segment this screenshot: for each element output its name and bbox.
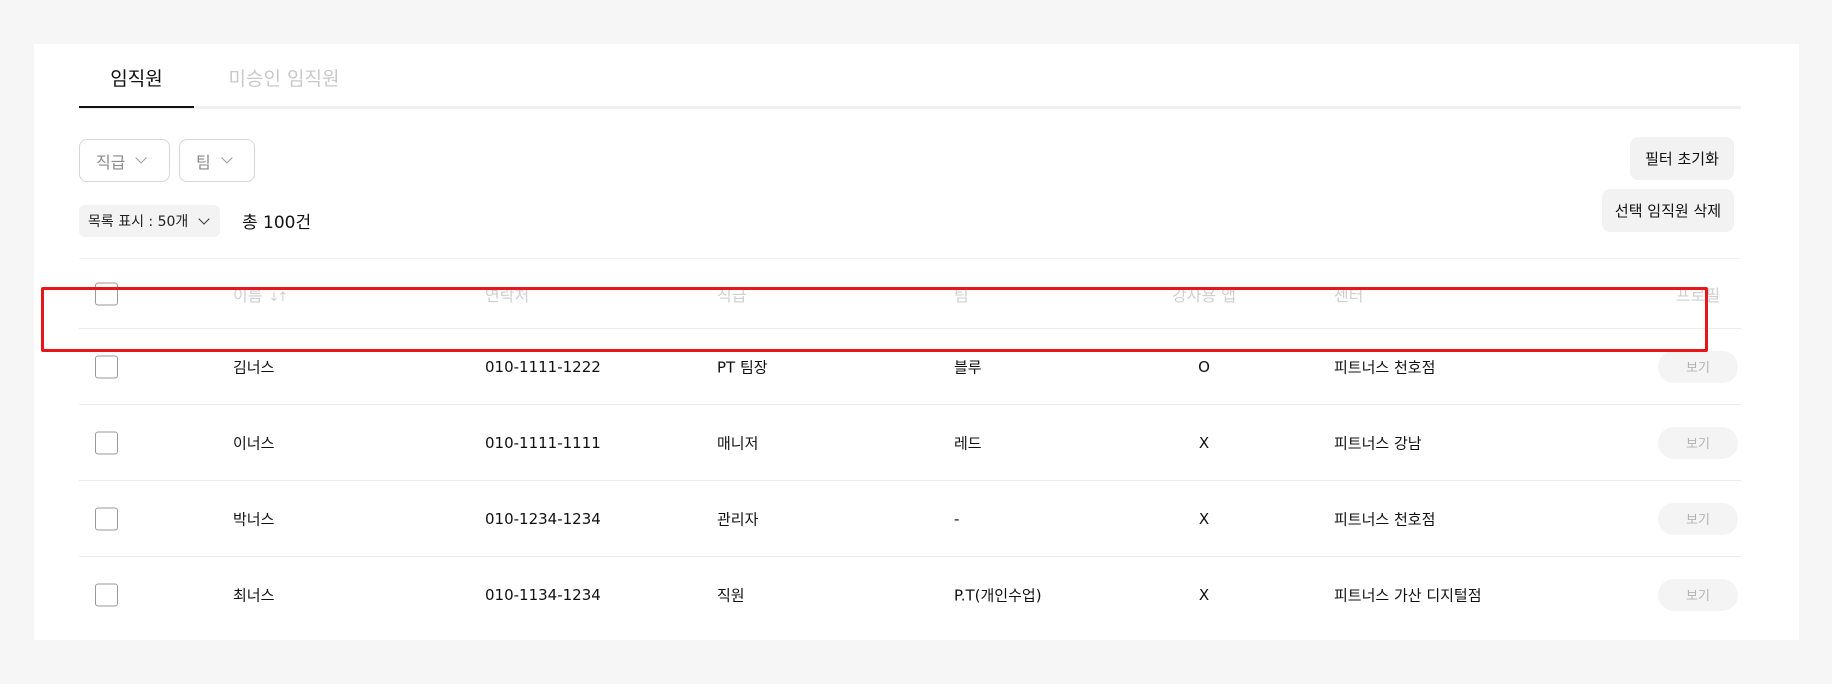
- rank-filter-label: 직급: [96, 152, 126, 172]
- cell-team: -: [954, 509, 960, 528]
- cell-team: P.T(개인수업): [954, 586, 1042, 604]
- tab-employees[interactable]: 임직원: [79, 64, 194, 106]
- header-app: 강사용 앱: [1172, 285, 1236, 305]
- cell-name: 김너스: [233, 358, 275, 376]
- cell-app: X: [1198, 433, 1210, 452]
- table-row: 이너스 010-1111-1111 매니저 레드 X 피트너스 강남 보기: [79, 404, 1741, 480]
- cell-app: X: [1198, 509, 1210, 528]
- view-profile-button[interactable]: 보기: [1658, 502, 1738, 535]
- view-profile-button[interactable]: 보기: [1658, 350, 1738, 383]
- header-team: 팀: [954, 285, 969, 305]
- select-all-checkbox[interactable]: [95, 282, 118, 305]
- cell-center: 피트너스 가산 디지털점: [1334, 586, 1482, 604]
- cell-app: X: [1198, 585, 1210, 604]
- cell-team: 레드: [954, 434, 982, 452]
- cell-name: 최너스: [233, 586, 275, 604]
- team-filter-label: 팀: [196, 152, 211, 172]
- cell-rank: 직원: [717, 586, 745, 604]
- chevron-down-icon: [221, 152, 233, 164]
- view-profile-button[interactable]: 보기: [1658, 426, 1738, 459]
- header-name[interactable]: 이름 ↓↑: [233, 282, 288, 306]
- tab-bar: 임직원 미승인 임직원: [79, 44, 1741, 109]
- employee-table: 이름 ↓↑ 연락처 직급 팀 강사용 앱 센터 프로필 김너스 010-1111-…: [79, 258, 1741, 632]
- row-checkbox[interactable]: [95, 507, 118, 530]
- cell-rank: 매니저: [717, 434, 759, 452]
- chevron-down-icon: [198, 213, 210, 225]
- reset-filters-button[interactable]: 필터 초기화: [1630, 137, 1734, 180]
- table-row: 김너스 010-1111-1222 PT 팀장 블루 O 피트너스 천호점 보기: [79, 328, 1741, 404]
- cell-app: O: [1198, 357, 1210, 376]
- cell-name: 박너스: [233, 510, 275, 528]
- team-filter-dropdown[interactable]: 팀: [179, 139, 255, 182]
- sort-icon[interactable]: ↓↑: [268, 290, 288, 305]
- page-size-label: 목록 표시 : 50개: [88, 214, 189, 230]
- cell-phone: 010-1111-1222: [485, 357, 601, 376]
- row-checkbox[interactable]: [95, 431, 118, 454]
- table-row: 박너스 010-1234-1234 관리자 - X 피트너스 천호점 보기: [79, 480, 1741, 556]
- table-row: 최너스 010-1134-1234 직원 P.T(개인수업) X 피트너스 가산…: [79, 556, 1741, 632]
- cell-center: 피트너스 천호점: [1334, 358, 1436, 376]
- active-tab-indicator: [79, 106, 194, 108]
- header-center: 센터: [1334, 285, 1364, 305]
- header-rank: 직급: [717, 285, 747, 305]
- view-profile-button[interactable]: 보기: [1658, 578, 1738, 611]
- cell-rank: PT 팀장: [717, 358, 768, 376]
- page-size-select[interactable]: 목록 표시 : 50개: [79, 205, 220, 237]
- cell-phone: 010-1234-1234: [485, 509, 601, 528]
- cell-name: 이너스: [233, 434, 275, 452]
- cell-rank: 관리자: [717, 510, 759, 528]
- total-count: 총 100건: [242, 213, 312, 233]
- cell-center: 피트너스 강남: [1334, 434, 1422, 452]
- tab-unapproved-employees[interactable]: 미승인 임직원: [219, 64, 349, 106]
- delete-selected-button[interactable]: 선택 임직원 삭제: [1602, 189, 1734, 232]
- cell-team: 블루: [954, 358, 982, 376]
- row-checkbox[interactable]: [95, 355, 118, 378]
- cell-center: 피트너스 천호점: [1334, 510, 1436, 528]
- table-header: 이름 ↓↑ 연락처 직급 팀 강사용 앱 센터 프로필: [79, 258, 1741, 328]
- content-card: 임직원 미승인 임직원 직급 팀 목록 표시 : 50개 총 100건 필터 초…: [34, 44, 1799, 640]
- header-phone: 연락처: [485, 285, 530, 305]
- cell-phone: 010-1111-1111: [485, 433, 601, 452]
- chevron-down-icon: [135, 152, 148, 164]
- header-profile: 프로필: [1675, 285, 1721, 305]
- cell-phone: 010-1134-1234: [485, 585, 601, 604]
- rank-filter-dropdown[interactable]: 직급: [79, 139, 170, 182]
- row-checkbox[interactable]: [95, 583, 118, 606]
- header-name-label: 이름: [233, 285, 263, 305]
